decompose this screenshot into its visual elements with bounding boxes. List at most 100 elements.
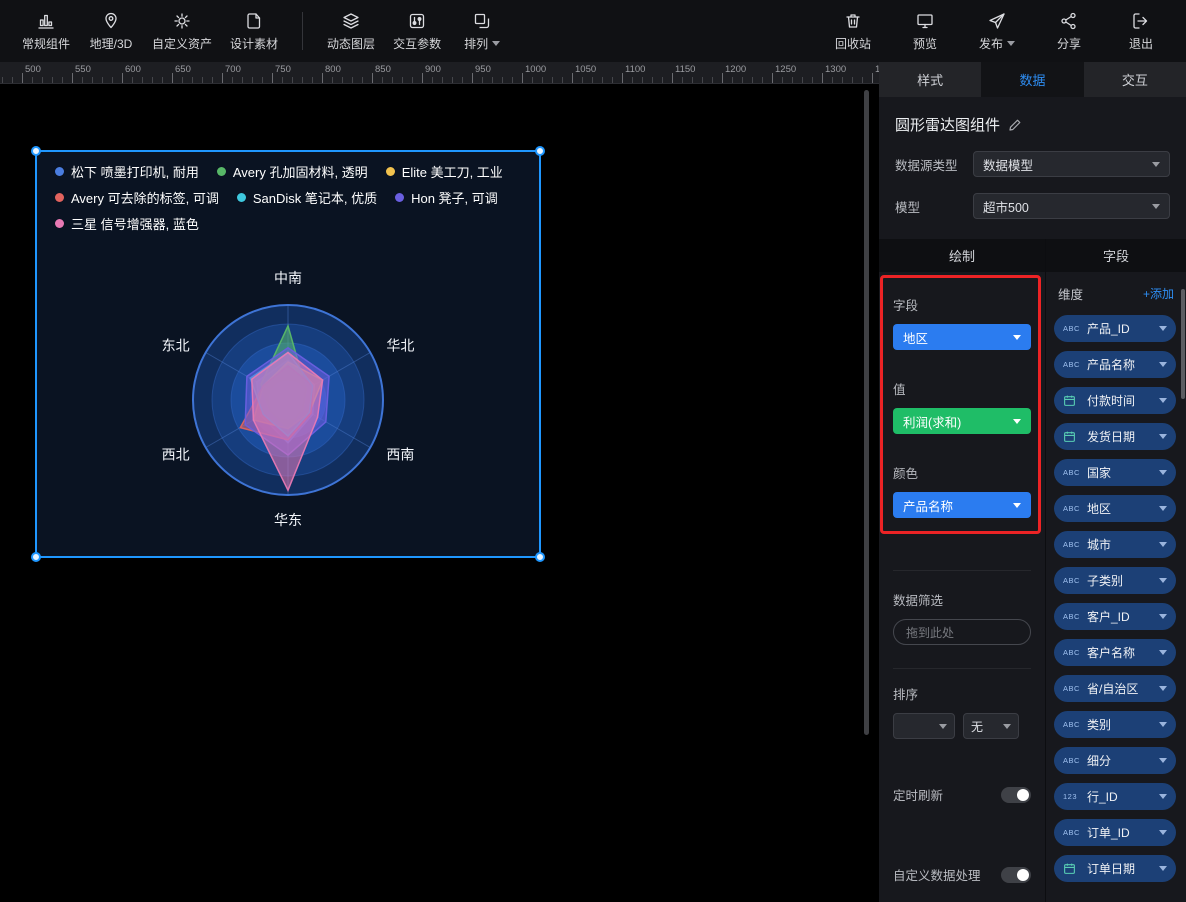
tab-data[interactable]: 数据 [981,62,1083,97]
dimension-field-pill[interactable]: 123行_ID [1054,783,1176,810]
legend-item[interactable]: Avery 可去除的标签, 可调 [55,188,219,207]
toolbar-design-materials-button[interactable]: 设计素材 [224,7,284,56]
bar-chart-icon [36,11,56,31]
legend-dot [55,193,64,202]
color-select[interactable]: 产品名称 [893,492,1031,518]
chevron-down-icon [492,41,500,46]
legend-dot [395,193,404,202]
dimension-field-pill[interactable]: ABC子类别 [1054,567,1176,594]
filter-placeholder: 拖到此处 [906,624,954,641]
legend-item[interactable]: Elite 美工刀, 工业 [386,162,503,181]
document-icon [244,11,264,31]
field-label: 产品_ID [1087,320,1153,337]
arrange-icon [472,11,492,31]
ruler-major-tick [172,73,173,83]
radar-axis-label: 西北 [162,447,190,463]
panel-vertical-scrollbar[interactable] [1181,289,1185,399]
resize-handle-top-right[interactable] [535,146,545,156]
layers-icon [341,11,361,31]
ruler-label: 1300 [825,64,846,75]
field-group: 字段 地区 [893,295,1031,350]
ruler-label: 550 [75,64,91,75]
dimension-field-pill[interactable]: 发货日期 [1054,423,1176,450]
toolbar-preview-button[interactable]: 预览 [896,7,954,56]
toolbar-publish-button[interactable]: 发布 [968,7,1026,56]
toolbar-interaction-params-button[interactable]: 交互参数 [387,7,447,56]
toolbar-geo-3d-button[interactable]: 地理/3D [82,7,140,56]
ruler-label: 1250 [775,64,796,75]
add-dimension-button[interactable]: +添加 [1143,285,1174,302]
toolbar-dynamic-layers-button[interactable]: 动态图层 [321,7,381,56]
chevron-down-icon [1013,335,1021,340]
toggle-knob [1017,789,1029,801]
tab-style[interactable]: 样式 [879,62,981,97]
radar-chart-widget[interactable]: 松下 喷墨打印机, 耐用 Avery 孔加固材料, 透明 Elite 美工刀, 工业… [35,150,541,558]
dimension-field-pill[interactable]: ABC城市 [1054,531,1176,558]
toolbar-recycle-bin-button[interactable]: 回收站 [824,7,882,56]
dimension-field-pill[interactable]: ABC客户_ID [1054,603,1176,630]
sort-order-select[interactable]: 无 [963,713,1019,739]
chevron-down-icon [1152,162,1160,167]
toolbar-share-button[interactable]: 分享 [1040,7,1098,56]
custom-processing-toggle[interactable] [1001,867,1031,883]
field-type-badge: ABC [1063,576,1081,585]
ruler-major-tick [222,73,223,83]
toolbar-custom-assets-button[interactable]: 自定义资产 [146,7,218,56]
legend-item[interactable]: 三星 信号增强器, 蓝色 [55,214,199,233]
trash-icon [843,11,863,31]
canvas-vertical-scrollbar[interactable] [864,90,869,735]
edit-icon[interactable] [1008,118,1022,132]
timed-refresh-toggle[interactable] [1001,787,1031,803]
ruler-label: 750 [275,64,291,75]
dimension-field-pill[interactable]: ABC产品_ID [1054,315,1176,342]
field-select[interactable]: 地区 [893,324,1031,350]
dimension-field-pill[interactable]: 付款时间 [1054,387,1176,414]
dimension-field-pill[interactable]: ABC订单_ID [1054,819,1176,846]
dimension-field-pill[interactable]: ABC细分 [1054,747,1176,774]
toolbar-label: 动态图层 [327,35,375,52]
legend-dot [217,167,226,176]
dimension-field-pill[interactable]: ABC地区 [1054,495,1176,522]
panel-tabs: 样式数据交互 [879,62,1186,97]
legend-label: 三星 信号增强器, 蓝色 [71,214,199,233]
toggle-knob [1017,869,1029,881]
legend-item[interactable]: Avery 孔加固材料, 透明 [217,162,368,181]
toolbar-label: 排列 [464,35,488,52]
dimensions-header: 维度 +添加 [1046,272,1186,315]
model-select[interactable]: 超市500 [973,193,1170,219]
legend-dot [237,193,246,202]
resize-handle-bottom-left[interactable] [31,552,41,562]
sort-label: 排序 [893,684,1031,703]
filter-dropzone[interactable]: 拖到此处 [893,619,1031,645]
dimension-field-pill[interactable]: ABC省/自治区 [1054,675,1176,702]
legend-dot [386,167,395,176]
share-icon [1059,11,1079,31]
resize-handle-bottom-right[interactable] [535,552,545,562]
field-label: 发货日期 [1087,428,1153,445]
ruler-major-tick [422,73,423,83]
tab-fields[interactable]: 字段 [1046,239,1186,272]
dimension-field-pill[interactable]: ABC产品名称 [1054,351,1176,378]
value-select[interactable]: 利润(求和) [893,408,1031,434]
ruler-major-tick [822,73,823,83]
resize-handle-top-left[interactable] [31,146,41,156]
legend-item[interactable]: 松下 喷墨打印机, 耐用 [55,162,199,181]
legend-item[interactable]: Hon 凳子, 可调 [395,188,498,207]
field-label: 地区 [1087,500,1153,517]
chevron-down-icon [1159,794,1167,799]
draw-column: 绘制 字段 地区 值 利润(求 [879,239,1046,902]
dimension-field-pill[interactable]: 订单日期 [1054,855,1176,882]
legend-item[interactable]: SanDisk 笔记本, 优质 [237,188,377,207]
sort-field-select[interactable] [893,713,955,739]
datasource-select[interactable]: 数据模型 [973,151,1170,177]
design-canvas[interactable]: 松下 喷墨打印机, 耐用 Avery 孔加固材料, 透明 Elite 美工刀, 工业… [0,84,879,902]
tab-interaction[interactable]: 交互 [1084,62,1186,97]
ruler-label: 1000 [525,64,546,75]
toolbar-arrange-button[interactable]: 排列 [453,7,511,56]
dimension-field-pill[interactable]: ABC类别 [1054,711,1176,738]
toolbar-regular-components-button[interactable]: 常规组件 [16,7,76,56]
tab-draw[interactable]: 绘制 [879,239,1045,272]
dimension-field-pill[interactable]: ABC客户名称 [1054,639,1176,666]
toolbar-exit-button[interactable]: 退出 [1112,7,1170,56]
dimension-field-pill[interactable]: ABC国家 [1054,459,1176,486]
